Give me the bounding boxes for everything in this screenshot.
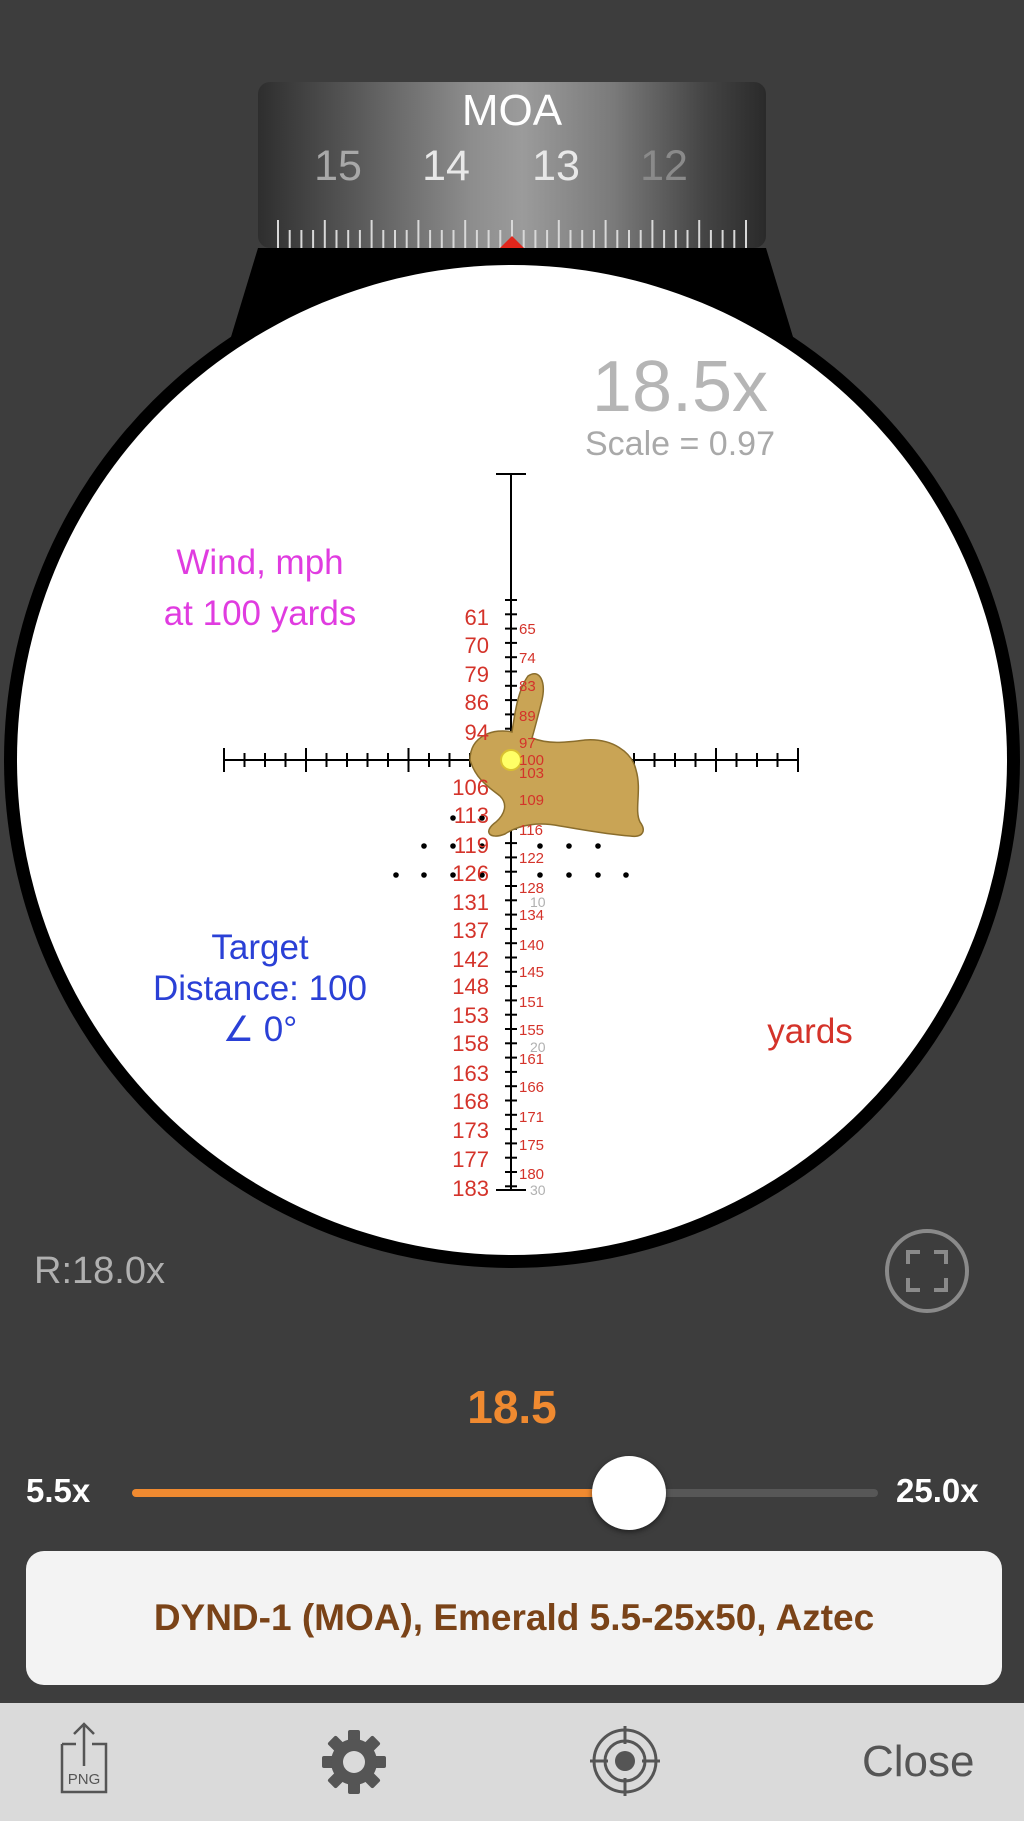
range-label-right: 116 xyxy=(519,822,543,839)
range-label-left: 113 xyxy=(454,803,489,828)
range-label-right: 155 xyxy=(519,1022,544,1039)
slider-thumb[interactable] xyxy=(592,1456,667,1530)
range-label-left: 137 xyxy=(452,918,489,943)
range-label-right: 175 xyxy=(519,1137,544,1154)
range-label-left: 126 xyxy=(452,861,489,886)
holdover-dot xyxy=(537,872,543,878)
holdover-dot xyxy=(537,843,543,849)
range-label-right: 89 xyxy=(519,708,536,725)
slider-value: 18.5 xyxy=(467,1381,557,1433)
target-button[interactable] xyxy=(590,1726,660,1801)
range-label-right: 171 xyxy=(519,1109,544,1126)
range-label-right: 74 xyxy=(519,650,536,667)
range-label-left: 86 xyxy=(465,690,489,715)
range-label-left: 94 xyxy=(465,720,489,745)
range-label-right: 180 xyxy=(519,1166,544,1183)
fullscreen-button[interactable] xyxy=(884,1228,970,1314)
dial-title: MOA xyxy=(461,86,563,135)
magnification-label: 18.5x xyxy=(591,347,769,427)
slider-fill xyxy=(132,1489,630,1497)
range-label-right: 109 xyxy=(519,792,544,809)
crosshair-target-icon xyxy=(590,1726,660,1796)
wind-label: Wind, mph xyxy=(176,543,344,582)
zoom-readout: R:18.0x xyxy=(34,1250,165,1292)
range-unit-label: yards xyxy=(767,1012,853,1051)
png-label: PNG xyxy=(68,1771,101,1788)
range-label-left: 106 xyxy=(452,775,489,800)
gear-icon xyxy=(322,1730,386,1794)
holdover-dot xyxy=(421,843,427,849)
range-label-left: 158 xyxy=(452,1031,489,1056)
range-label-left: 153 xyxy=(452,1003,489,1028)
target-distance-label: Distance: 100 xyxy=(152,969,368,1008)
slider-min-label: 5.5x xyxy=(26,1472,91,1509)
range-label-left: 168 xyxy=(452,1089,489,1114)
scope-view: 61 70 79 86 94 106 113 119 126 131 137 142148 153 158… xyxy=(4,248,1020,1268)
slider-max-label: 25.0x xyxy=(896,1472,979,1509)
range-label-right: 65 xyxy=(519,621,536,638)
moa-dial[interactable]: MOA 15 14 13 12 xyxy=(258,82,766,248)
range-label-left: 177 xyxy=(452,1147,489,1172)
share-icon: PNG xyxy=(60,1722,108,1794)
range-label-left: 173 xyxy=(452,1118,489,1143)
holdover-dot xyxy=(421,872,427,878)
holdover-dot xyxy=(566,872,572,878)
scale-label: Scale = 0.97 xyxy=(585,425,775,463)
scope-info-label: DYND-1 (MOA), Emerald 5.5-25x50, Aztec xyxy=(153,1597,875,1638)
target-label: Target xyxy=(211,928,309,967)
range-label-left: 70 xyxy=(465,633,489,658)
aim-point xyxy=(500,749,522,771)
grey-tick-label: 30 xyxy=(530,1182,546,1198)
range-label-left: 61 xyxy=(465,605,489,630)
range-label-right: 83 xyxy=(519,678,536,695)
range-label-right: 145 xyxy=(519,964,544,981)
holdover-dot xyxy=(393,872,399,878)
export-png-button[interactable]: PNG xyxy=(56,1722,112,1799)
dial-number: 14 xyxy=(422,142,470,190)
target-angle-label: ∠ 0° xyxy=(222,1010,298,1049)
range-label-left: 148 xyxy=(452,974,489,999)
settings-button[interactable] xyxy=(318,1726,390,1803)
dial-number: 15 xyxy=(314,142,362,190)
range-label-left: 131 xyxy=(452,890,489,915)
dial-indicator-icon xyxy=(500,236,524,248)
scope-info-button[interactable]: DYND-1 (MOA), Emerald 5.5-25x50, Aztec xyxy=(26,1551,1002,1685)
range-label-left: 142 xyxy=(452,947,489,972)
holdover-dot xyxy=(595,843,601,849)
range-label-right: 166 xyxy=(519,1079,544,1096)
holdover-dot xyxy=(566,843,572,849)
dial-number: 12 xyxy=(640,142,688,190)
grey-tick-label: 20 xyxy=(530,1039,546,1055)
range-label-right: 103 xyxy=(519,765,544,782)
fullscreen-icon xyxy=(885,1229,969,1313)
range-label-right: 151 xyxy=(519,994,544,1011)
dial-number: 13 xyxy=(532,142,580,190)
dial-ticks xyxy=(277,220,747,248)
range-label-left: 119 xyxy=(454,833,489,858)
holdover-dot xyxy=(595,872,601,878)
range-label-right: 122 xyxy=(519,850,544,867)
wind-distance-label: at 100 yards xyxy=(163,594,357,633)
holdover-dot xyxy=(623,872,629,878)
range-label-right: 97 xyxy=(519,735,536,752)
range-label-left: 163 xyxy=(452,1061,489,1086)
range-label-left: 79 xyxy=(465,662,489,687)
close-button[interactable]: Close xyxy=(862,1737,975,1787)
range-label-left: 183 xyxy=(452,1176,489,1201)
grey-tick-label: 10 xyxy=(530,894,546,910)
range-label-right: 140 xyxy=(519,937,544,954)
